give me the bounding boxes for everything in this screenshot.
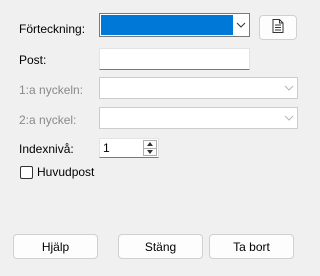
huvudpost-checkbox[interactable] [20, 166, 33, 179]
chevron-down-icon[interactable] [233, 14, 249, 36]
indexniva-label: Indexnivå: [19, 142, 74, 156]
spin-up-icon[interactable] [143, 140, 157, 149]
huvudpost-label[interactable]: Huvudpost [37, 165, 94, 179]
nyckel2-combobox[interactable] [99, 107, 298, 129]
nyckel1-combobox[interactable] [99, 77, 298, 99]
nyckel1-label: 1:a nyckeln: [19, 83, 84, 97]
forteckning-selection [101, 15, 233, 35]
chevron-down-icon [281, 78, 297, 98]
post-label: Post: [19, 53, 47, 67]
indexniva-spinbox[interactable]: 1 [99, 138, 159, 158]
forteckning-combobox[interactable] [99, 13, 250, 37]
spin-down-icon[interactable] [143, 148, 157, 156]
nyckel2-label: 2:a nyckel: [19, 113, 77, 127]
help-button[interactable]: Hjälp [13, 234, 98, 259]
indexniva-value[interactable]: 1 [103, 141, 110, 155]
post-input[interactable] [99, 48, 250, 70]
forteckning-label: Förteckning: [19, 22, 86, 36]
delete-button[interactable]: Ta bort [209, 234, 294, 259]
index-document-button[interactable] [259, 15, 297, 40]
close-button[interactable]: Stäng [118, 234, 203, 259]
document-icon [272, 19, 284, 36]
chevron-down-icon [281, 108, 297, 128]
